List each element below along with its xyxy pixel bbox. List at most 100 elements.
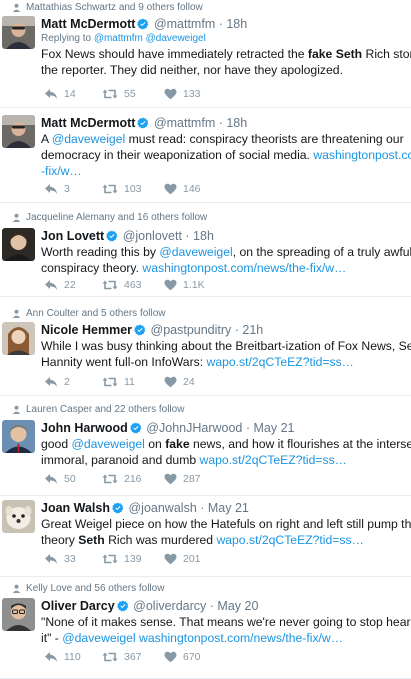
reply-button[interactable]: 2 — [44, 376, 70, 388]
like-button[interactable]: 1.1K — [164, 279, 205, 291]
tweet-time[interactable]: 18h — [226, 17, 247, 31]
tweet-header: Matt McDermott @mattmfm · 18h — [41, 16, 409, 32]
like-button[interactable]: 201 — [164, 553, 201, 565]
avatar[interactable] — [2, 500, 35, 533]
tweet-text-segment: Hannity went full-on InfoWars: — [41, 355, 207, 369]
reply-count: 22 — [64, 279, 76, 291]
tweet-link[interactable]: washingtonpost.com/news/the — [313, 148, 411, 162]
tweet-header: Joan Walsh @joanwalsh · May 21 — [41, 500, 409, 516]
retweet-button[interactable]: 55 — [102, 88, 136, 100]
tweet-link[interactable]: @daveweigel — [72, 437, 145, 451]
author-name[interactable]: John Harwood — [41, 421, 128, 435]
tweet-time[interactable]: May 20 — [217, 599, 258, 613]
retweet-button[interactable]: 11 — [102, 376, 135, 388]
reply-button[interactable]: 3 — [44, 183, 70, 195]
retweet-count: 11 — [124, 376, 135, 388]
avatar[interactable] — [2, 322, 35, 355]
tweet-time[interactable]: 18h — [193, 229, 214, 243]
like-count: 670 — [183, 651, 201, 663]
tweet[interactable]: Kelly Love and 56 others follow Oliver Da… — [0, 577, 411, 679]
author-handle[interactable]: @jonlovett — [123, 229, 182, 243]
author-handle[interactable]: @pastpunditry — [151, 323, 232, 337]
reply-icon — [44, 279, 58, 291]
reply-button[interactable]: 22 — [44, 279, 76, 291]
like-button[interactable]: 287 — [164, 473, 201, 485]
time-separator: · — [206, 599, 218, 613]
retweet-button[interactable]: 139 — [102, 553, 142, 565]
avatar[interactable] — [2, 228, 35, 261]
tweet[interactable]: Ann Coulter and 5 others follow Nicole He… — [0, 297, 411, 396]
retweet-icon — [102, 553, 118, 565]
retweet-icon — [102, 183, 118, 195]
reply-button[interactable]: 50 — [44, 473, 76, 485]
replying-to-label: Replying to — [41, 33, 92, 44]
reply-count: 2 — [64, 376, 70, 388]
tweet[interactable]: Lauren Casper and 22 others follow John H… — [0, 396, 411, 496]
author-name[interactable]: Matt McDermott — [41, 17, 135, 31]
tweet-header: John Harwood @JohnJHarwood · May 21 — [41, 420, 409, 436]
author-handle[interactable]: @mattmfm — [154, 17, 215, 31]
tweet-link[interactable]: wapo.st/2qCTeEZ?tid=ss… — [216, 533, 363, 547]
tweet-time[interactable]: 21h — [242, 323, 263, 337]
tweet-text-line: immoral, paranoid and dumb wapo.st/2qCTe… — [41, 452, 409, 468]
tweet-time[interactable]: May 21 — [253, 421, 294, 435]
tweet[interactable]: Matt McDermott @mattmfm · 18h A @daveweig… — [0, 108, 411, 203]
reply-button[interactable]: 110 — [44, 651, 81, 663]
author-name[interactable]: Jon Lovett — [41, 229, 104, 243]
retweet-button[interactable]: 463 — [102, 279, 142, 291]
like-button[interactable]: 146 — [164, 183, 201, 195]
retweet-button[interactable]: 216 — [102, 473, 142, 485]
avatar[interactable] — [2, 598, 35, 631]
author-handle[interactable]: @mattmfm — [154, 116, 215, 130]
author-name[interactable]: Nicole Hemmer — [41, 323, 132, 337]
tweet-text-line: "None of it makes sense. That means we'r… — [41, 614, 411, 630]
retweet-button[interactable]: 367 — [102, 651, 142, 663]
tweet-text-segment: Rich was murdered — [104, 533, 217, 547]
reply-button[interactable]: 14 — [44, 88, 76, 100]
tweet-header: Oliver Darcy @oliverdarcy · May 20 — [41, 598, 409, 614]
tweet-text-segment: it" - — [41, 631, 63, 645]
tweet-time[interactable]: May 21 — [208, 501, 249, 515]
author-handle[interactable]: @oliverdarcy — [133, 599, 206, 613]
avatar[interactable] — [2, 420, 35, 453]
tweet-content: Matt McDermott @mattmfm · 18h A @daveweig… — [41, 115, 411, 179]
author-name[interactable]: Oliver Darcy — [41, 599, 115, 613]
tweet-content: Joan Walsh @joanwalsh · May 21 Great Weig… — [41, 500, 411, 548]
follow-context-icon — [12, 213, 21, 222]
author-name[interactable]: Joan Walsh — [41, 501, 110, 515]
author-name[interactable]: Matt McDermott — [41, 116, 135, 130]
like-button[interactable]: 133 — [164, 88, 201, 100]
tweet-time[interactable]: 18h — [226, 116, 247, 130]
tweet-link[interactable]: @daveweigel — [62, 631, 135, 645]
replying-to-handles[interactable]: @mattmfm @daveweigel — [94, 33, 206, 44]
avatar[interactable] — [2, 115, 35, 148]
tweet-link[interactable]: wapo.st/2qCTeEZ?tid=ss… — [207, 355, 354, 369]
tweet[interactable]: Joan Walsh @joanwalsh · May 21 Great Weig… — [0, 496, 411, 577]
tweet-content: Jon Lovett @jonlovett · 18h Worth reading… — [41, 228, 411, 276]
tweet-text: While I was busy thinking about the Brei… — [41, 338, 411, 370]
tweet-link[interactable]: washingtonpost.com/news/the-fix/w… — [139, 631, 343, 645]
reply-count: 110 — [64, 651, 81, 663]
retweet-icon — [102, 376, 118, 388]
reply-count: 14 — [64, 88, 76, 100]
tweet[interactable]: Mattathias Schwartz and 9 others follow M… — [0, 0, 411, 108]
tweet-link[interactable]: @daveweigel — [159, 245, 232, 259]
tweet-link[interactable]: washingtonpost.com/news/the-fix/w… — [142, 261, 346, 275]
retweet-button[interactable]: 103 — [102, 183, 142, 195]
like-button[interactable]: 670 — [164, 651, 201, 663]
tweet-content: Oliver Darcy @oliverdarcy · May 20 "None … — [41, 598, 411, 646]
tweet-text-segment: democracy in their weaponization of soci… — [41, 148, 314, 162]
retweet-count: 103 — [124, 183, 142, 195]
reply-icon — [44, 553, 58, 565]
author-handle[interactable]: @JohnJHarwood — [146, 421, 242, 435]
tweet-text-segment: A — [41, 132, 52, 146]
tweet-text-line: good @daveweigel on fake news, and how i… — [41, 436, 411, 452]
tweet-link[interactable]: -fix/w… — [41, 164, 82, 178]
avatar[interactable] — [2, 16, 35, 49]
reply-button[interactable]: 33 — [44, 553, 76, 565]
author-handle[interactable]: @joanwalsh — [128, 501, 196, 515]
like-button[interactable]: 24 — [164, 376, 195, 388]
tweet-link[interactable]: @daveweigel — [52, 132, 125, 146]
tweet[interactable]: Jacqueline Alemany and 16 others follow J… — [0, 203, 411, 297]
tweet-link[interactable]: wapo.st/2qCTeEZ?tid=ss… — [200, 453, 347, 467]
